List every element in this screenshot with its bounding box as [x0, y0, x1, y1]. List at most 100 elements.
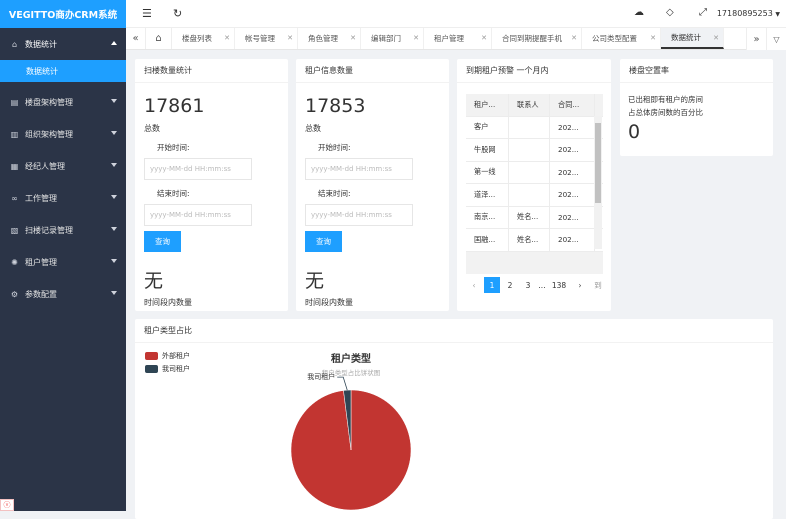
sidebar-subitem-stats[interactable]: 数据统计 — [0, 60, 126, 82]
sidebar-item-label: 数据统计 — [25, 39, 57, 49]
end-time-input[interactable]: yyyy-MM-dd HH:mm:ss — [305, 204, 413, 226]
sidebar-item-tenant[interactable]: ✺ 租户管理 — [0, 246, 126, 278]
chevron-down-icon: ▼ — [775, 11, 780, 18]
cloud-icon[interactable]: ☁ — [634, 7, 644, 18]
sidebar-item-label: 经纪人管理 — [25, 161, 65, 171]
table-header: 租户... 联系人 合同... — [466, 94, 603, 117]
prev-page-button[interactable]: ‹ — [466, 277, 482, 293]
vacancy-value: 0 — [628, 121, 641, 143]
tab-company-type[interactable]: 公司类型配置 ✕ — [582, 28, 661, 49]
vacancy-rate-card: 楼盘空置率 已出租即有租户的房间 占总体房间数的百分比 0 — [620, 59, 773, 156]
table-cell — [509, 161, 550, 183]
table-footer — [466, 251, 603, 274]
tab-label: 编辑部门 — [371, 34, 401, 43]
record-icon: ▧ — [10, 225, 19, 235]
table-cell: 道泽... — [466, 184, 509, 206]
chevron-down-icon — [111, 195, 117, 199]
query-button[interactable]: 查询 — [144, 231, 181, 252]
start-time-input[interactable]: yyyy-MM-dd HH:mm:ss — [305, 158, 413, 180]
close-icon[interactable]: ✕ — [287, 34, 293, 42]
scrollbar-thumb[interactable] — [595, 123, 601, 203]
sidebar-item-building[interactable]: ▤ 楼盘架构管理 — [0, 86, 126, 118]
page-button[interactable]: 1 — [484, 277, 500, 293]
chevron-down-icon — [111, 163, 117, 167]
close-icon[interactable]: ✕ — [413, 34, 419, 42]
fullscreen-icon[interactable]: ⤢ — [699, 7, 707, 18]
tab-scroll-left-icon[interactable]: « — [126, 28, 146, 49]
sidebar-item-label: 楼盘架构管理 — [25, 97, 73, 107]
chevron-down-icon — [111, 259, 117, 263]
chevron-down-icon — [111, 227, 117, 231]
table-cell: 国融... — [466, 229, 509, 251]
tab-accounts[interactable]: 帐号管理 ✕ — [235, 28, 298, 49]
end-time-label: 结束时间: — [318, 189, 351, 198]
start-time-label: 开始时间: — [318, 143, 351, 152]
tab-roles[interactable]: 角色管理 ✕ — [298, 28, 361, 49]
close-icon[interactable]: ✕ — [350, 34, 356, 42]
table-row[interactable]: 客户 202... — [466, 116, 603, 139]
agent-icon: ▦ — [10, 161, 19, 171]
sidebar-item-label: 租户管理 — [25, 257, 57, 267]
table-cell — [509, 139, 550, 161]
sidebar-item-config[interactable]: ⚙ 参数配置 — [0, 278, 126, 310]
tab-label: 租户管理 — [434, 34, 464, 43]
tab-menu-icon[interactable]: ▽ — [766, 28, 786, 50]
refresh-icon[interactable]: ↻ — [173, 7, 182, 20]
sidebar-item-agent[interactable]: ▦ 经纪人管理 — [0, 150, 126, 182]
table-cell: 客户 — [466, 116, 509, 138]
close-icon[interactable]: ✕ — [224, 34, 230, 42]
page-button[interactable]: 2 — [502, 277, 518, 293]
user-menu[interactable]: 17180895253 ▼ — [717, 9, 780, 18]
tab-building-list[interactable]: 楼盘列表 ✕ — [172, 28, 235, 49]
sidebar-item-label: 工作管理 — [25, 193, 57, 203]
tab-scroll-right-icon[interactable]: » — [746, 28, 766, 50]
sidebar-item-org[interactable]: ▥ 组织架构管理 — [0, 118, 126, 150]
tab-contract-reminder[interactable]: 合同到期提醒手机 ✕ — [492, 28, 582, 49]
close-icon[interactable]: ✕ — [481, 34, 487, 42]
table-cell — [509, 184, 550, 206]
page-button[interactable]: 138 — [548, 277, 570, 293]
table-row[interactable]: 道泽... 202... — [466, 184, 603, 207]
page-ellipsis: ... — [538, 280, 546, 290]
menu-toggle-icon[interactable]: ☰ — [142, 7, 152, 20]
sidebar-item-label: 参数配置 — [25, 289, 57, 299]
end-time-input[interactable]: yyyy-MM-dd HH:mm:ss — [144, 204, 252, 226]
column-header[interactable]: 租户... — [466, 94, 509, 116]
column-header[interactable]: 合同... — [550, 94, 595, 116]
column-header[interactable]: 联系人 — [509, 94, 550, 116]
tenant-count-card: 租户信息数量 17853 总数 开始时间: yyyy-MM-dd HH:mm:s… — [296, 59, 449, 311]
sidebar-item-label: 组织架构管理 — [25, 129, 73, 139]
vacancy-desc: 已出租即有租户的房间 — [628, 95, 703, 104]
tenant-total-value: 17853 — [305, 95, 366, 117]
scan-total-label: 总数 — [144, 124, 160, 133]
tab-bar: « ⌂ 楼盘列表 ✕ 帐号管理 ✕ 角色管理 ✕ 编辑部门 ✕ 租户管理 ✕ 合同到期提醒… — [126, 28, 786, 50]
end-time-label: 结束时间: — [157, 189, 190, 198]
table-row[interactable]: 南京... 姓名... 202... — [466, 206, 603, 229]
tab-tenant-mgmt[interactable]: 租户管理 ✕ — [424, 28, 492, 49]
next-page-button[interactable]: › — [572, 277, 588, 293]
tab-home-icon[interactable]: ⌂ — [146, 28, 172, 49]
query-button[interactable]: 查询 — [305, 231, 342, 252]
table-cell: 202... — [550, 161, 595, 183]
tab-data-stats[interactable]: 数据统计 ✕ — [661, 28, 724, 49]
close-icon[interactable]: ✕ — [713, 34, 719, 42]
chevron-up-icon — [111, 41, 117, 45]
tenant-icon: ✺ — [11, 257, 18, 267]
close-icon[interactable]: ✕ — [650, 34, 656, 42]
expire-warning-card: 到期租户预警 一个月内 租户... 联系人 合同... 客户 202... 牛股网… — [457, 59, 611, 311]
table-row[interactable]: 第一线 202... — [466, 161, 603, 184]
start-time-input[interactable]: yyyy-MM-dd HH:mm:ss — [144, 158, 252, 180]
sidebar-item-record[interactable]: ▧ 扫楼记录管理 — [0, 214, 126, 246]
table-cell: 姓名... — [509, 206, 550, 228]
table-cell: 南京... — [466, 206, 509, 228]
table-row[interactable]: 牛股网 202... — [466, 139, 603, 162]
page-button[interactable]: 3 — [520, 277, 536, 293]
sidebar-item-stats[interactable]: ⌂ 数据统计 — [0, 28, 126, 60]
table-scrollbar[interactable] — [594, 116, 602, 249]
table-cell: 202... — [550, 184, 595, 206]
sidebar-item-work[interactable]: ∞ 工作管理 — [0, 182, 126, 214]
table-row[interactable]: 国融... 姓名... 202... — [466, 229, 603, 252]
tag-icon[interactable]: ◇ — [666, 7, 674, 18]
tab-edit-dept[interactable]: 编辑部门 ✕ — [361, 28, 424, 49]
close-icon[interactable]: ✕ — [571, 34, 577, 42]
